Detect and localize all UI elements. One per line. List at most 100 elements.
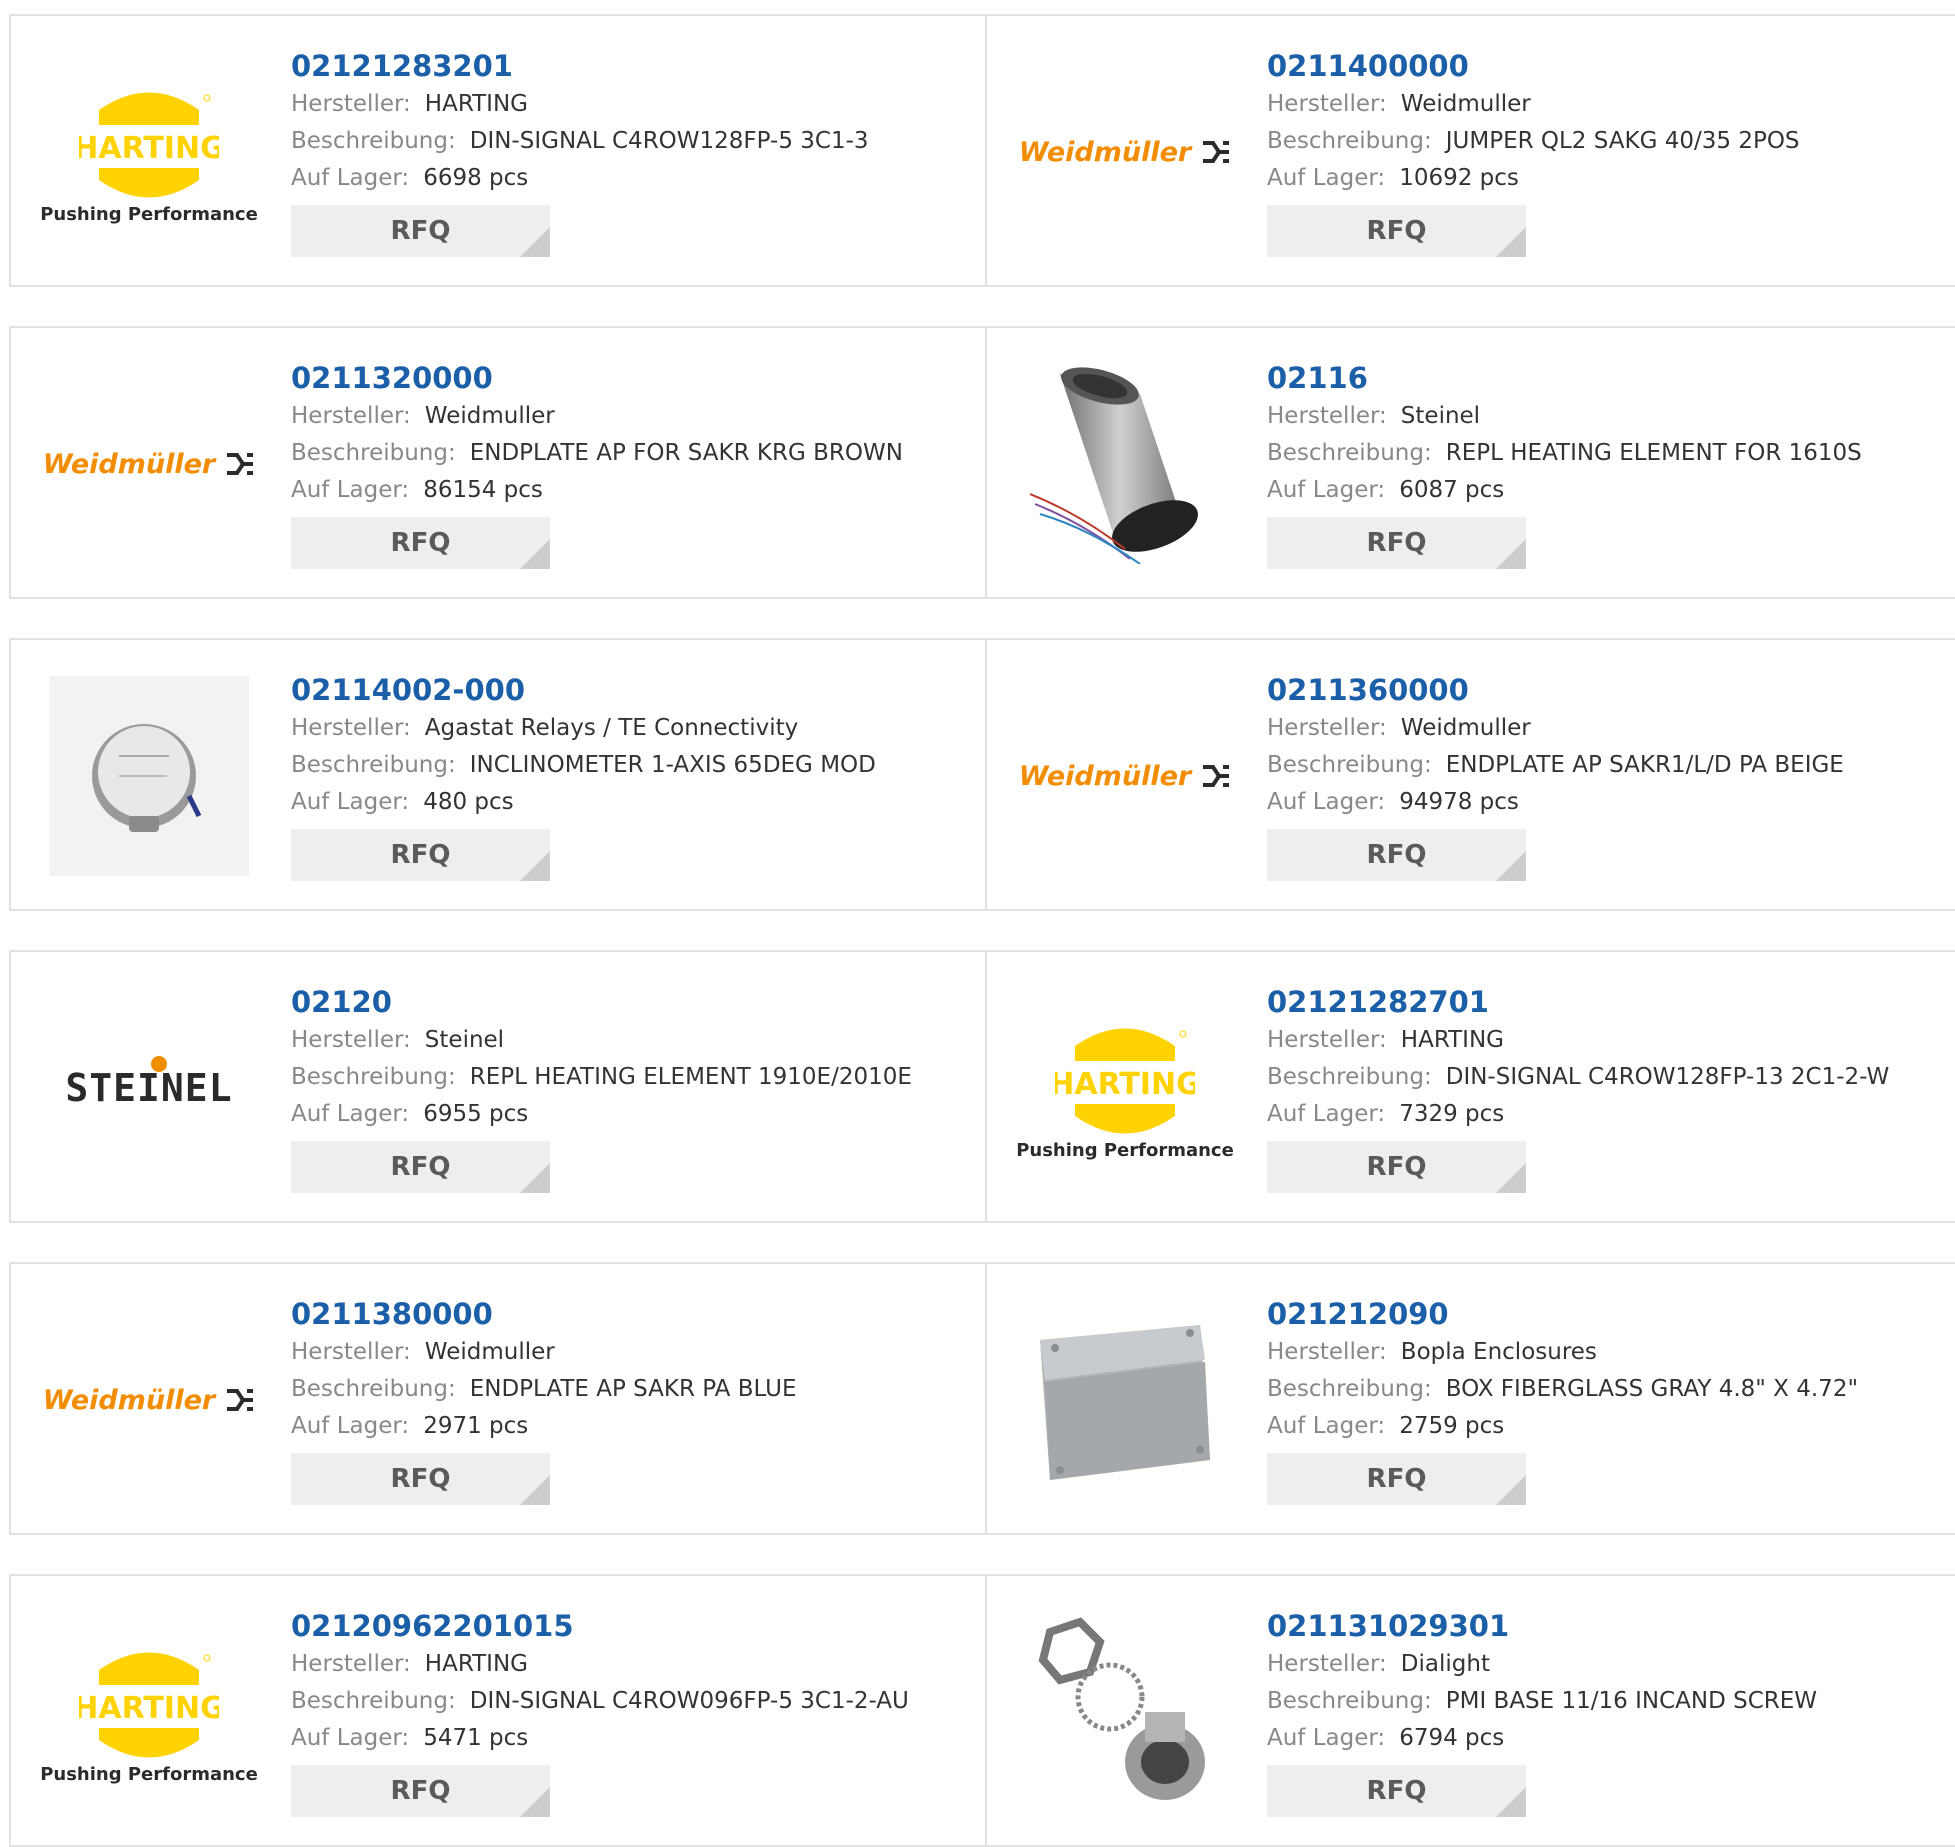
stock-line: Auf Lager: 6955 pcs — [291, 1096, 975, 1133]
rfq-button[interactable]: RFQ — [1267, 517, 1526, 569]
rfq-label: RFQ — [390, 840, 451, 870]
rfq-label: RFQ — [390, 1464, 451, 1494]
part-number-link[interactable]: 0211360000 — [1267, 670, 1945, 710]
manufacturer-line: Hersteller: Weidmuller — [291, 398, 975, 435]
rfq-button[interactable]: RFQ — [1267, 829, 1526, 881]
description-line: Beschreibung: BOX FIBERGLASS GRAY 4.8" X … — [1267, 1371, 1945, 1408]
rfq-button[interactable]: RFQ — [291, 205, 550, 257]
manufacturer-value: Dialight — [1400, 1651, 1490, 1677]
product-row: 02114002-000 Hersteller: Agastat Relays /… — [9, 638, 1955, 911]
manufacturer-label: Hersteller: — [291, 403, 411, 429]
rfq-button[interactable]: RFQ — [291, 829, 550, 881]
manufacturer-line: Hersteller: Dialight — [1267, 1646, 1945, 1683]
part-number-link[interactable]: 021212090 — [1267, 1294, 1945, 1334]
product-image[interactable] — [49, 676, 249, 876]
description-line: Beschreibung: DIN-SIGNAL C4ROW096FP-5 3C1… — [291, 1683, 975, 1720]
description-label: Beschreibung: — [291, 752, 456, 778]
description-label: Beschreibung: — [1267, 752, 1432, 778]
product-row: STEINEL 02120 Hersteller: Steinel Beschre… — [9, 950, 1955, 1223]
description-label: Beschreibung: — [291, 440, 456, 466]
part-number-link[interactable]: 0211400000 — [1267, 46, 1945, 86]
stock-value: 5471 pcs — [423, 1725, 529, 1751]
product-card: HARTING Pushing Performance 021209622010… — [9, 1576, 987, 1845]
harting-tagline: Pushing Performance — [40, 1763, 258, 1785]
harting-word: HARTING — [1055, 1067, 1195, 1102]
stock-value: 6794 pcs — [1399, 1725, 1505, 1751]
product-image[interactable]: Weidmüller — [43, 364, 254, 564]
corner-triangle-icon — [520, 1163, 550, 1193]
product-image[interactable] — [1025, 1300, 1225, 1500]
manufacturer-label: Hersteller: — [291, 715, 411, 741]
corner-triangle-icon — [520, 227, 550, 257]
part-number-link[interactable]: 02121283201 — [291, 46, 975, 86]
manufacturer-line: Hersteller: Weidmuller — [1267, 86, 1945, 123]
manufacturer-line: Hersteller: HARTING — [1267, 1022, 1945, 1059]
product-card: 021131029301 Hersteller: Dialight Beschre… — [987, 1576, 1955, 1845]
product-card: Weidmüller 0211380000 Hersteller: Weidmul… — [9, 1264, 987, 1533]
product-image[interactable]: HARTING Pushing Performance — [40, 52, 258, 252]
product-image[interactable] — [1025, 1612, 1225, 1812]
harting-logo-icon: HARTING Pushing Performance — [1016, 1016, 1234, 1161]
rfq-label: RFQ — [1366, 1464, 1427, 1494]
rfq-button[interactable]: RFQ — [1267, 1453, 1526, 1505]
rfq-button[interactable]: RFQ — [1267, 205, 1526, 257]
product-info: 0211320000 Hersteller: Weidmuller Beschre… — [291, 358, 975, 569]
part-number-link[interactable]: 02120962201015 — [291, 1606, 975, 1646]
harting-tagline: Pushing Performance — [40, 203, 258, 225]
part-number-link[interactable]: 0211380000 — [291, 1294, 975, 1334]
manufacturer-value: HARTING — [1400, 1027, 1504, 1053]
manufacturer-label: Hersteller: — [291, 1339, 411, 1365]
weidmuller-logo-icon: Weidmüller — [43, 449, 255, 480]
description-value: DIN-SIGNAL C4ROW128FP-5 3C1-3 — [469, 128, 869, 154]
description-value: ENDPLATE AP FOR SAKR KRG BROWN — [469, 440, 903, 466]
part-number-link[interactable]: 0211320000 — [291, 358, 975, 398]
product-image[interactable]: Weidmüller — [43, 1300, 254, 1500]
manufacturer-label: Hersteller: — [291, 1027, 411, 1053]
manufacturer-value: Weidmuller — [1400, 715, 1531, 741]
stock-line: Auf Lager: 2759 pcs — [1267, 1408, 1945, 1445]
product-image[interactable]: STEINEL — [49, 988, 249, 1188]
stock-line: Auf Lager: 6087 pcs — [1267, 472, 1945, 509]
rfq-button[interactable]: RFQ — [291, 1141, 550, 1193]
stock-value: 94978 pcs — [1399, 789, 1519, 815]
stock-label: Auf Lager: — [291, 1725, 410, 1751]
stock-label: Auf Lager: — [291, 789, 410, 815]
weidmuller-symbol-icon — [227, 453, 254, 475]
product-image[interactable]: Weidmüller — [1019, 52, 1230, 252]
product-image[interactable]: HARTING Pushing Performance — [40, 1612, 258, 1812]
part-number-link[interactable]: 02121282701 — [1267, 982, 1945, 1022]
product-image[interactable] — [1025, 364, 1225, 564]
corner-triangle-icon — [520, 851, 550, 881]
corner-triangle-icon — [1496, 851, 1526, 881]
part-number-link[interactable]: 021131029301 — [1267, 1606, 1945, 1646]
rfq-button[interactable]: RFQ — [291, 1453, 550, 1505]
part-number-link[interactable]: 02114002-000 — [291, 670, 975, 710]
steinel-logo-icon: STEINEL — [65, 1056, 233, 1110]
stock-line: Auf Lager: 5471 pcs — [291, 1720, 975, 1757]
rfq-button[interactable]: RFQ — [1267, 1765, 1526, 1817]
weidmuller-symbol-icon — [227, 1389, 254, 1411]
manufacturer-label: Hersteller: — [1267, 91, 1387, 117]
steinel-word: STEINEL — [65, 1066, 233, 1110]
rfq-button[interactable]: RFQ — [1267, 1141, 1526, 1193]
stock-line: Auf Lager: 480 pcs — [291, 784, 975, 821]
product-image[interactable]: Weidmüller — [1019, 676, 1230, 876]
manufacturer-line: Hersteller: Bopla Enclosures — [1267, 1334, 1945, 1371]
part-number-link[interactable]: 02116 — [1267, 358, 1945, 398]
manufacturer-label: Hersteller: — [1267, 1651, 1387, 1677]
rfq-button[interactable]: RFQ — [291, 1765, 550, 1817]
product-card: STEINEL 02120 Hersteller: Steinel Beschre… — [9, 952, 987, 1221]
product-info: 0211360000 Hersteller: Weidmuller Beschre… — [1267, 670, 1945, 881]
product-row: HARTING Pushing Performance 02121283201 … — [9, 14, 1955, 287]
part-number-link[interactable]: 02120 — [291, 982, 975, 1022]
product-image[interactable]: HARTING Pushing Performance — [1016, 988, 1234, 1188]
product-info: 02116 Hersteller: Steinel Beschreibung: RE… — [1267, 358, 1945, 569]
rfq-button[interactable]: RFQ — [291, 517, 550, 569]
manufacturer-value: Steinel — [424, 1027, 505, 1053]
manufacturer-line: Hersteller: Weidmuller — [1267, 710, 1945, 747]
description-value: ENDPLATE AP SAKR PA BLUE — [469, 1376, 797, 1402]
stock-line: Auf Lager: 10692 pcs — [1267, 160, 1945, 197]
weidmuller-word: Weidmüller — [1018, 760, 1192, 792]
manufacturer-value: Steinel — [1400, 403, 1481, 429]
description-label: Beschreibung: — [1267, 1688, 1432, 1714]
